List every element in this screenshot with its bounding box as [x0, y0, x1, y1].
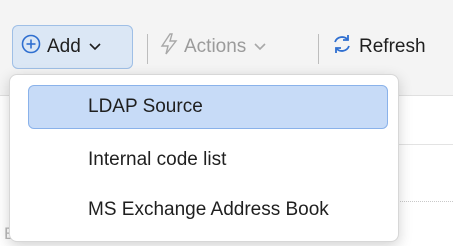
add-button[interactable]: Add [12, 25, 133, 69]
menu-item-ldap-source[interactable]: LDAP Source [28, 85, 388, 129]
chevron-down-icon [89, 40, 101, 54]
actions-button[interactable]: Actions [160, 24, 266, 69]
add-dropdown-menu: LDAP Source Internal code list MS Exchan… [9, 74, 399, 242]
add-circle-icon [21, 34, 41, 60]
add-button-label: Add [47, 36, 81, 57]
toolbar-separator [147, 34, 148, 64]
menu-item-label: Internal code list [88, 149, 227, 170]
refresh-button-label: Refresh [359, 35, 426, 57]
toolbar-separator [318, 34, 319, 64]
refresh-icon [331, 33, 353, 61]
menu-item-ms-exchange-address-book[interactable]: MS Exchange Address Book [28, 188, 388, 232]
refresh-button[interactable]: Refresh [331, 24, 426, 69]
menu-item-label: LDAP Source [88, 96, 203, 117]
chevron-down-icon [254, 40, 266, 54]
menu-item-internal-code-list[interactable]: Internal code list [28, 138, 388, 182]
divider [395, 144, 453, 145]
actions-button-label: Actions [184, 35, 247, 57]
dotted-divider [395, 201, 453, 202]
menu-item-label: MS Exchange Address Book [88, 199, 329, 220]
lightning-icon [160, 32, 178, 61]
